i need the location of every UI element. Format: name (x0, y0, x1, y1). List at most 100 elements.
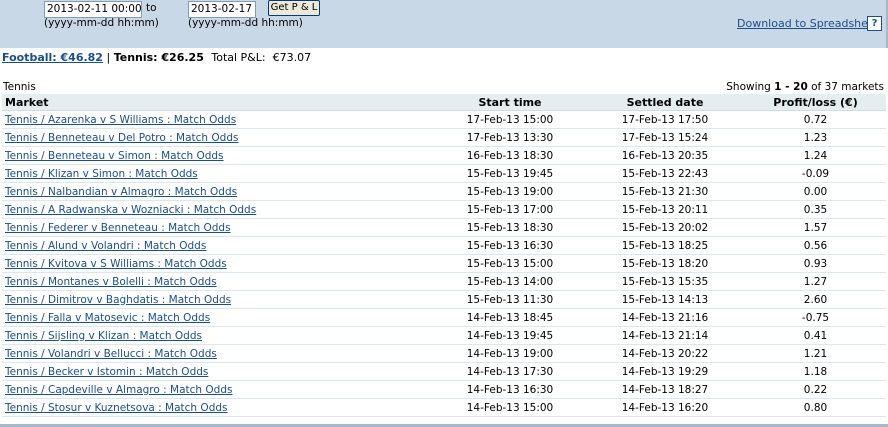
market-link[interactable]: Tennis / Becker v Istomin : Match Odds (5, 366, 208, 378)
profit-loss-cell: -0.09 (745, 164, 886, 183)
market-link[interactable]: Tennis / Nalbandian v Almagro : Match Od… (5, 186, 237, 198)
section-title: Tennis (3, 81, 36, 93)
settled-date-cell: 14-Feb-13 20:22 (585, 344, 745, 363)
start-time-cell: 14-Feb-13 17:30 (435, 362, 585, 381)
profit-loss-cell: 0.22 (745, 380, 886, 399)
profit-loss-cell: -0.75 (745, 308, 886, 327)
start-time-cell: 15-Feb-13 17:00 (435, 200, 585, 219)
settled-date-cell: 14-Feb-13 21:14 (585, 326, 745, 345)
to-label: to (146, 2, 157, 14)
settled-date-cell: 14-Feb-13 19:29 (585, 362, 745, 381)
settled-date-cell: 15-Feb-13 18:20 (585, 254, 745, 273)
profit-loss-cell: 0.41 (745, 326, 886, 345)
get-pl-button[interactable]: Get P & L (268, 0, 320, 16)
market-link[interactable]: Tennis / Alund v Volandri : Match Odds (5, 240, 206, 252)
start-time-cell: 14-Feb-13 19:00 (435, 344, 585, 363)
market-cell: Tennis / A Radwanska v Wozniacki : Match… (2, 200, 435, 219)
summary-separator: | (106, 51, 111, 64)
market-link[interactable]: Tennis / Federer v Benneteau : Match Odd… (5, 222, 231, 234)
market-link[interactable]: Tennis / Azarenka v S Williams : Match O… (5, 114, 236, 126)
profit-loss-cell: 0.00 (745, 182, 886, 201)
settled-date-cell: 17-Feb-13 17:50 (585, 110, 745, 129)
settled-date-cell: 15-Feb-13 15:35 (585, 272, 745, 291)
table-header-row: Market Start time Settled date Profit/lo… (2, 94, 886, 111)
market-cell: Tennis / Sijsling v Klizan : Match Odds (2, 326, 435, 345)
profit-loss-cell: 0.80 (745, 398, 886, 417)
table-row: Tennis / Benneteau v Simon : Match Odds 1… (2, 146, 886, 165)
showing-range: 1 - 20 (774, 81, 808, 93)
settled-date-cell: 15-Feb-13 20:02 (585, 218, 745, 237)
market-link[interactable]: Tennis / Benneteau v Simon : Match Odds (5, 150, 224, 162)
market-link[interactable]: Tennis / Capdeville v Almagro : Match Od… (5, 384, 232, 396)
profit-loss-cell: 2.60 (745, 290, 886, 309)
market-link[interactable]: Tennis / Dimitrov v Baghdatis : Match Od… (5, 294, 231, 306)
header-settled-date: Settled date (585, 94, 745, 111)
profit-loss-cell: 1.18 (745, 362, 886, 381)
showing-count: Showing 1 - 20 of 37 markets (726, 81, 884, 93)
table-row: Tennis / Kvitova v S Williams : Match Od… (2, 254, 886, 273)
settled-date-cell: 15-Feb-13 21:30 (585, 182, 745, 201)
pl-summary: Football: €46.82 | Tennis: €26.25 Total … (2, 51, 311, 64)
market-cell: Tennis / Volandri v Bellucci : Match Odd… (2, 344, 435, 363)
start-time-cell: 14-Feb-13 15:00 (435, 398, 585, 417)
market-link[interactable]: Tennis / Falla v Matosevic : Match Odds (5, 312, 210, 324)
settled-date-cell: 17-Feb-13 15:24 (585, 128, 745, 147)
market-link[interactable]: Tennis / Kvitova v S Williams : Match Od… (5, 258, 227, 270)
market-link[interactable]: Tennis / Stosur v Kuznetsova : Match Odd… (5, 402, 228, 414)
market-cell: Tennis / Kvitova v S Williams : Match Od… (2, 254, 435, 273)
market-cell: Tennis / Montanes v Bolelli : Match Odds (2, 272, 435, 291)
start-time-cell: 17-Feb-13 15:00 (435, 110, 585, 129)
market-cell: Tennis / Becker v Istomin : Match Odds (2, 362, 435, 381)
start-time-cell: 15-Feb-13 15:00 (435, 254, 585, 273)
profit-loss-cell: 1.21 (745, 344, 886, 363)
market-link[interactable]: Tennis / Volandri v Bellucci : Match Odd… (5, 348, 217, 360)
header-profit-loss: Profit/loss (€) (745, 94, 886, 111)
market-cell: Tennis / Dimitrov v Baghdatis : Match Od… (2, 290, 435, 309)
header-market: Market (2, 94, 435, 111)
to-date-input[interactable]: 2013-02-17 22:05 (188, 1, 256, 18)
start-time-cell: 14-Feb-13 18:45 (435, 308, 585, 327)
from-format-hint: (yyyy-mm-dd hh:mm) (44, 17, 159, 29)
settled-date-cell: 14-Feb-13 21:16 (585, 308, 745, 327)
start-time-cell: 14-Feb-13 16:30 (435, 380, 585, 399)
profit-loss-cell: 1.27 (745, 272, 886, 291)
start-time-cell: 17-Feb-13 13:30 (435, 128, 585, 147)
total-pl: Total P&L: €73.07 (211, 51, 312, 64)
profit-loss-cell: 1.24 (745, 146, 886, 165)
football-pl-link[interactable]: Football: €46.82 (2, 51, 103, 64)
market-link[interactable]: Tennis / Benneteau v Del Potro : Match O… (5, 132, 238, 144)
profit-loss-cell: 0.35 (745, 200, 886, 219)
market-cell: Tennis / Capdeville v Almagro : Match Od… (2, 380, 435, 399)
help-icon[interactable]: ? (867, 16, 882, 31)
start-time-cell: 16-Feb-13 18:30 (435, 146, 585, 165)
profit-loss-cell: 0.56 (745, 236, 886, 255)
from-date-input[interactable]: 2013-02-11 00:00 (44, 1, 142, 18)
profit-loss-cell: 1.57 (745, 218, 886, 237)
market-cell: Tennis / Federer v Benneteau : Match Odd… (2, 218, 435, 237)
to-format-hint: (yyyy-mm-dd hh:mm) (188, 17, 303, 29)
start-time-cell: 15-Feb-13 19:00 (435, 182, 585, 201)
market-link[interactable]: Tennis / Sijsling v Klizan : Match Odds (5, 330, 202, 342)
download-spreadsheet-link[interactable]: Download to Spreadsheet (737, 17, 879, 30)
settled-date-cell: 15-Feb-13 18:25 (585, 236, 745, 255)
table-row: Tennis / Volandri v Bellucci : Match Odd… (2, 344, 886, 363)
market-link[interactable]: Tennis / A Radwanska v Wozniacki : Match… (5, 204, 256, 216)
table-row: Tennis / Montanes v Bolelli : Match Odds… (2, 272, 886, 291)
table-row: Tennis / Sijsling v Klizan : Match Odds 1… (2, 326, 886, 345)
header-start-time: Start time (435, 94, 585, 111)
start-time-cell: 15-Feb-13 11:30 (435, 290, 585, 309)
settled-date-cell: 16-Feb-13 20:35 (585, 146, 745, 165)
profit-loss-cell: 0.72 (745, 110, 886, 129)
filter-bar: 2013-02-11 00:00 to 2013-02-17 22:05 (yy… (0, 0, 888, 48)
market-cell: Tennis / Stosur v Kuznetsova : Match Odd… (2, 398, 435, 417)
start-time-cell: 15-Feb-13 18:30 (435, 218, 585, 237)
market-link[interactable]: Tennis / Montanes v Bolelli : Match Odds (5, 276, 217, 288)
start-time-cell: 14-Feb-13 19:45 (435, 326, 585, 345)
table-row: Tennis / Azarenka v S Williams : Match O… (2, 110, 886, 129)
market-cell: Tennis / Benneteau v Simon : Match Odds (2, 146, 435, 165)
market-cell: Tennis / Azarenka v S Williams : Match O… (2, 110, 435, 129)
start-time-cell: 15-Feb-13 16:30 (435, 236, 585, 255)
table-row: Tennis / Falla v Matosevic : Match Odds 1… (2, 308, 886, 327)
market-cell: Tennis / Alund v Volandri : Match Odds (2, 236, 435, 255)
market-link[interactable]: Tennis / Klizan v Simon : Match Odds (5, 168, 198, 180)
